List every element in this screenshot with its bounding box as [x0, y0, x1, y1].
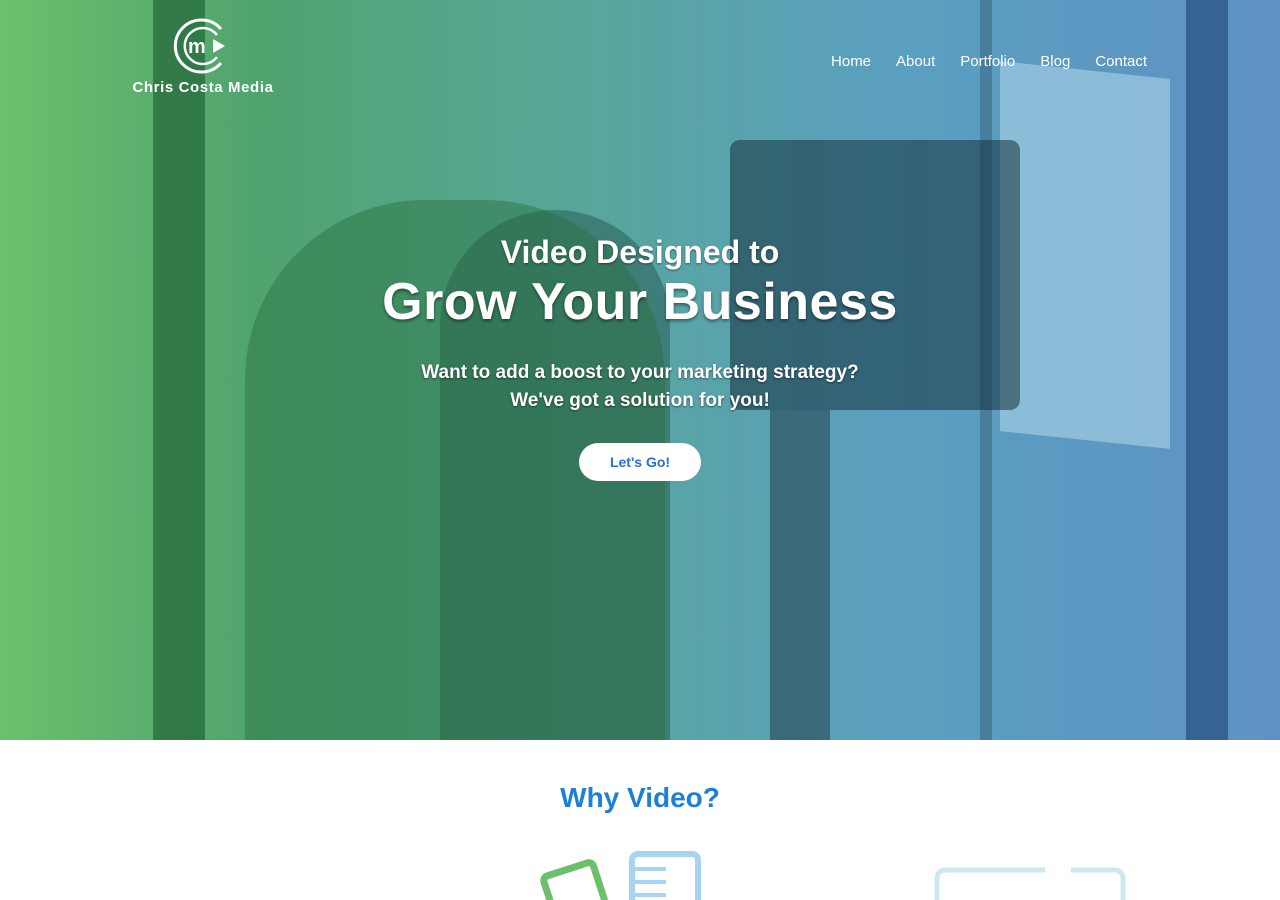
video-card-icon [540, 851, 701, 900]
hero-section: m Chris Costa Media Home About Portfolio… [0, 0, 1280, 740]
nav-about[interactable]: About [896, 53, 935, 70]
hero-subheading: Want to add a boost to your marketing st… [0, 359, 1280, 415]
cm-play-logo-icon: m [173, 18, 225, 74]
nav-blog[interactable]: Blog [1040, 53, 1070, 70]
hero-subheading-line2: We've got a solution for you! [510, 390, 770, 411]
hero-heading-line1: Video Designed to [500, 234, 780, 270]
hero-subheading-line1: Want to add a boost to your marketing st… [421, 362, 859, 383]
why-video-heading: Why Video? [560, 782, 720, 813]
nav-portfolio[interactable]: Portfolio [960, 53, 1015, 70]
background-tripod [770, 410, 830, 740]
nav-contact[interactable]: Contact [1095, 53, 1147, 70]
nav-home[interactable]: Home [831, 53, 871, 70]
main-nav: Home About Portfolio Blog Contact [831, 53, 1147, 70]
svg-text:m: m [188, 36, 206, 58]
device-frame-icon [934, 866, 1126, 900]
brand-name: Chris Costa Media [132, 79, 274, 96]
hero-heading-line2: Grow Your Business [382, 273, 898, 331]
brand-logo[interactable]: m Chris Costa Media [127, 15, 279, 96]
lets-go-button[interactable]: Let's Go! [579, 443, 701, 481]
